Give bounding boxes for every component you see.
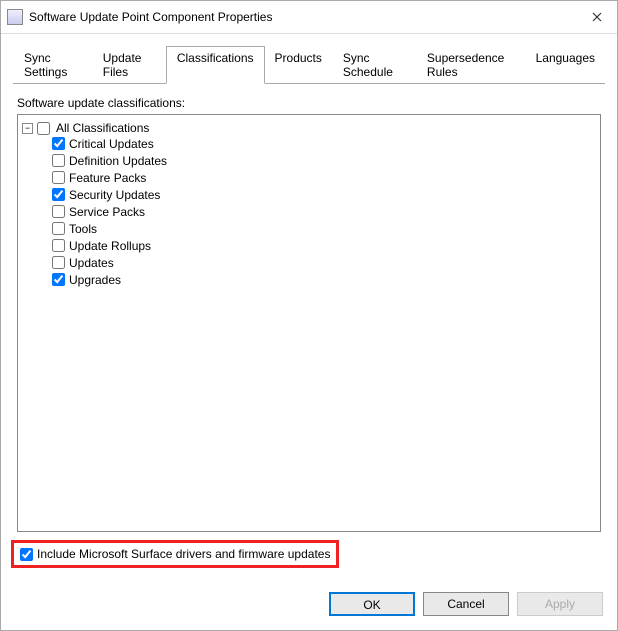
classification-checkbox[interactable] [52,273,65,286]
tab-classifications[interactable]: Classifications [166,46,265,84]
close-icon [592,12,602,22]
tree-item[interactable]: Feature Packs [52,169,596,186]
tree-item[interactable]: Updates [52,254,596,271]
tree-item[interactable]: Update Rollups [52,237,596,254]
app-icon [7,9,23,25]
apply-button: Apply [517,592,603,616]
tab-supersedence-rules[interactable]: Supersedence Rules [416,46,526,83]
tab-strip: Sync SettingsUpdate FilesClassifications… [13,46,605,84]
classification-checkbox[interactable] [52,222,65,235]
tree-item[interactable]: Tools [52,220,596,237]
classification-checkbox[interactable] [52,137,65,150]
classification-label: Definition Updates [69,154,167,168]
tree-root-label: All Classifications [56,121,149,135]
classification-label: Update Rollups [69,239,151,253]
tab-content-classifications: Software update classifications: − All C… [1,84,617,582]
classifications-label: Software update classifications: [17,96,601,110]
collapse-toggle-icon[interactable]: − [22,123,33,134]
surface-drivers-label: Include Microsoft Surface drivers and fi… [37,547,330,561]
tab-languages[interactable]: Languages [525,46,606,83]
tree-root-row[interactable]: − All Classifications [22,121,596,135]
classification-label: Feature Packs [69,171,146,185]
tree-children: Critical Updates Definition Updates Featur… [52,135,596,288]
tree-item[interactable]: Service Packs [52,203,596,220]
classification-label: Updates [69,256,114,270]
tab-products[interactable]: Products [264,46,333,83]
dialog-window: Software Update Point Component Properti… [0,0,618,631]
classification-label: Tools [69,222,97,236]
all-classifications-checkbox[interactable] [37,122,50,135]
surface-drivers-checkbox[interactable] [20,548,33,561]
classification-checkbox[interactable] [52,256,65,269]
tree-item[interactable]: Critical Updates [52,135,596,152]
tab-update-files[interactable]: Update Files [92,46,167,83]
tab-sync-schedule[interactable]: Sync Schedule [332,46,417,83]
classification-checkbox[interactable] [52,188,65,201]
tree-item[interactable]: Upgrades [52,271,596,288]
tab-sync-settings[interactable]: Sync Settings [13,46,93,83]
classification-checkbox[interactable] [52,171,65,184]
highlighted-surface-option: Include Microsoft Surface drivers and fi… [11,540,339,568]
classification-label: Security Updates [69,188,160,202]
classification-checkbox[interactable] [52,154,65,167]
classification-label: Critical Updates [69,137,154,151]
dialog-footer: OK Cancel Apply [1,582,617,630]
cancel-button[interactable]: Cancel [423,592,509,616]
classification-label: Upgrades [69,273,121,287]
ok-button[interactable]: OK [329,592,415,616]
tree-item[interactable]: Security Updates [52,186,596,203]
classification-checkbox[interactable] [52,239,65,252]
tree-item[interactable]: Definition Updates [52,152,596,169]
title-bar: Software Update Point Component Properti… [1,1,617,34]
classification-label: Service Packs [69,205,145,219]
classifications-tree[interactable]: − All Classifications Critical Updates De… [17,114,601,532]
window-title: Software Update Point Component Properti… [29,10,585,24]
classification-checkbox[interactable] [52,205,65,218]
close-button[interactable] [585,7,609,27]
